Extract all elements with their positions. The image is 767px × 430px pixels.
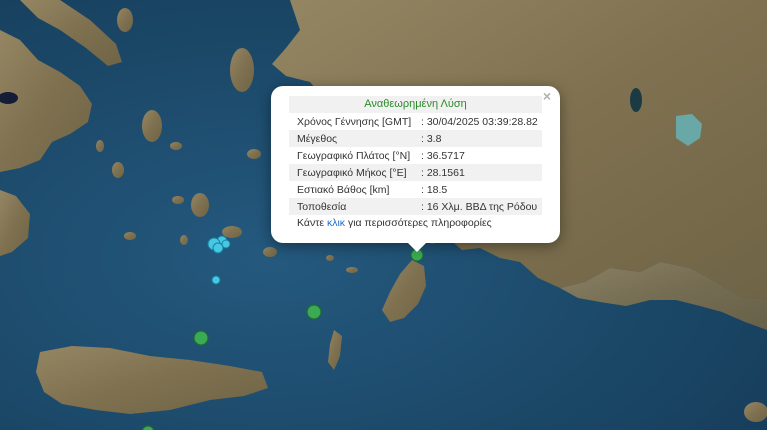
row-value: : 3.8 — [415, 130, 542, 147]
earthquake-marker-cluster[interactable] — [221, 239, 231, 249]
more-info-suffix: για περισσότερες πληροφορίες — [345, 217, 492, 229]
earthquake-marker[interactable] — [193, 330, 209, 346]
row-label: Γεωγραφικό Πλάτος [°N] — [297, 149, 411, 162]
island — [180, 235, 188, 245]
row-latitude: Γεωγραφικό Πλάτος [°N] : 36.5717 — [289, 147, 542, 164]
earthquake-marker[interactable] — [306, 304, 322, 320]
row-value: : 18.5 — [421, 183, 448, 196]
row-value: : 16 Χλμ. ΒΒΔ της Ρόδου — [415, 198, 542, 215]
row-origin-time: Χρόνος Γέννησης [GMT] : 30/04/2025 03:39… — [289, 113, 542, 130]
row-depth: Εστιακό Βάθος [km] : 18.5 — [289, 181, 542, 198]
island — [112, 162, 124, 178]
island — [117, 8, 133, 32]
row-value: : 28.1561 — [415, 164, 542, 181]
island — [230, 48, 254, 92]
island — [172, 196, 184, 204]
earthquake-details-table: Χρόνος Γέννησης [GMT] : 30/04/2025 03:39… — [289, 113, 542, 215]
island — [744, 402, 767, 422]
close-icon[interactable]: × — [539, 88, 555, 104]
island — [222, 226, 242, 238]
island — [124, 232, 136, 240]
row-value: : 30/04/2025 03:39:28.82 — [421, 115, 538, 128]
lake — [630, 88, 642, 112]
row-label: Εστιακό Βάθος [km] — [297, 183, 390, 196]
row-magnitude: Μέγεθος : 3.8 — [289, 130, 542, 147]
island — [142, 110, 162, 142]
earthquake-info-popup: × Αναθεωρημένη Λύση Χρόνος Γέννησης [GMT… — [271, 86, 560, 252]
more-info-link[interactable]: κλικ — [327, 217, 345, 229]
row-longitude: Γεωγραφικό Μήκος [°E] : 28.1561 — [289, 164, 542, 181]
island — [170, 142, 182, 150]
popup-title: Αναθεωρημένη Λύση — [289, 96, 542, 113]
earthquake-marker-cluster[interactable] — [212, 242, 224, 254]
earthquake-marker[interactable] — [211, 275, 221, 285]
more-info-prefix: Κάντε — [297, 217, 327, 229]
row-label: Τοποθεσία — [289, 198, 415, 215]
row-label: Μέγεθος — [289, 130, 415, 147]
row-label: Χρόνος Γέννησης [GMT] — [297, 115, 412, 128]
island — [191, 193, 209, 217]
island — [263, 247, 277, 257]
more-info-line: Κάντε κλικ για περισσότερες πληροφορίες — [289, 215, 542, 229]
island — [247, 149, 261, 159]
island — [346, 267, 358, 273]
row-value: : 36.5717 — [421, 149, 465, 162]
popup-tip — [407, 242, 427, 252]
row-label: Γεωγραφικό Μήκος [°E] — [289, 164, 415, 181]
island — [326, 255, 334, 261]
island — [96, 140, 104, 152]
row-location: Τοποθεσία : 16 Χλμ. ΒΒΔ της Ρόδου — [289, 198, 542, 215]
